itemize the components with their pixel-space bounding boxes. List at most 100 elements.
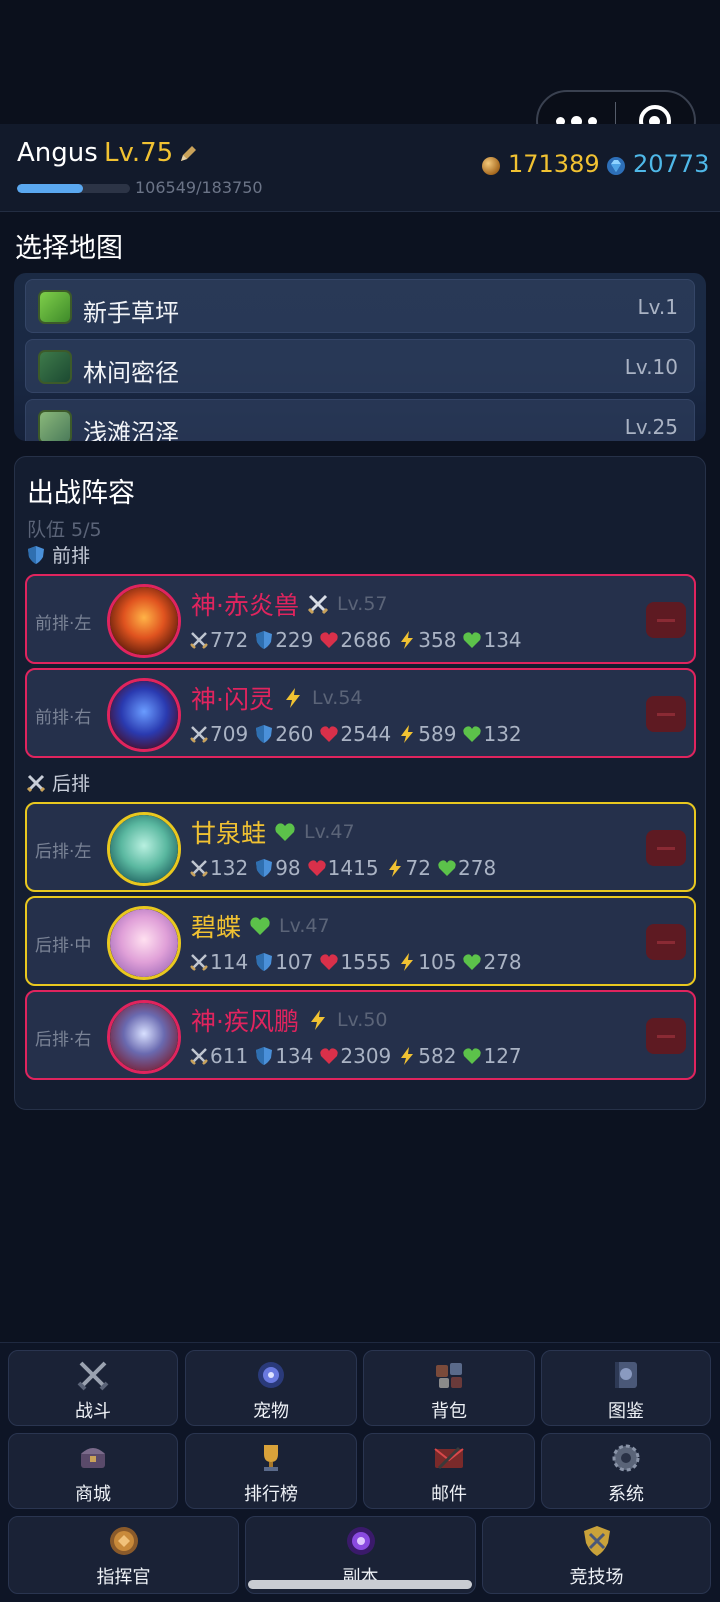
minus-icon — [657, 1034, 675, 1038]
pet-avatar[interactable] — [107, 584, 181, 658]
player-level: Lv.75 — [104, 138, 174, 168]
pet-avatar[interactable] — [107, 812, 181, 886]
map-item[interactable]: 浅滩沼泽 Lv.25 — [25, 399, 695, 441]
stat-spd: 105 — [397, 950, 456, 974]
nav-arena-button[interactable]: 竞技场 — [482, 1516, 711, 1594]
green-heart-icon — [249, 915, 271, 937]
nav-battle-button[interactable]: 战斗 — [8, 1350, 178, 1426]
remove-unit-button[interactable] — [646, 602, 686, 638]
unit-name-row: 甘泉蛙 Lv.47 — [191, 814, 355, 850]
map-name: 新手草坪 — [83, 299, 179, 327]
remove-unit-button[interactable] — [646, 830, 686, 866]
stat-value: 134 — [483, 628, 522, 652]
nav-shop-button[interactable]: 商城 — [8, 1433, 178, 1509]
nav-label: 竞技场 — [569, 1567, 624, 1588]
pet-avatar[interactable] — [107, 1000, 181, 1074]
stat-value: 611 — [210, 1044, 249, 1068]
swords-icon — [26, 774, 46, 792]
remove-unit-button[interactable] — [646, 1018, 686, 1054]
heal-icon — [437, 858, 458, 878]
stat-hp: 1415 — [307, 856, 379, 880]
stat-heal: 278 — [462, 950, 522, 974]
stat-value: 278 — [458, 856, 497, 880]
nav-ranking-button[interactable]: 排行榜 — [185, 1433, 357, 1509]
mail-icon — [434, 1446, 464, 1470]
lineup-unit-card[interactable]: 后排·中 碧蝶 Lv.47 114 107 1555 105 278 — [25, 896, 696, 986]
front-row-text: 前排 — [52, 545, 91, 567]
map-item[interactable]: 林间密径 Lv.10 — [25, 339, 695, 393]
stat-heal: 132 — [462, 722, 522, 746]
unit-name-row: 碧蝶 Lv.47 — [191, 908, 330, 944]
lineup-unit-card[interactable]: 后排·右 神·疾风鹏 Lv.50 611 134 2309 582 127 — [25, 990, 696, 1080]
stat-spd: 72 — [385, 856, 431, 880]
nav-label: 系统 — [608, 1484, 644, 1505]
lineup-unit-card[interactable]: 前排·右 神·闪灵 Lv.54 709 260 2544 589 132 — [25, 668, 696, 758]
remove-unit-button[interactable] — [646, 924, 686, 960]
grassland-map-icon — [38, 290, 72, 324]
lightning-icon — [307, 1009, 329, 1031]
unit-stats: 611 134 2309 582 127 — [189, 1044, 528, 1068]
front-row-label: 前排 — [26, 541, 90, 568]
player-header: Angus Lv.75 106549/183750 171389 20773 — [0, 124, 720, 212]
nav-system-button[interactable]: 系统 — [541, 1433, 711, 1509]
nav-mail-button[interactable]: 邮件 — [363, 1433, 535, 1509]
nav-label: 宠物 — [253, 1401, 289, 1422]
map-section-title: 选择地图 — [15, 233, 123, 264]
speed-icon — [397, 1046, 418, 1066]
attack-icon — [189, 630, 210, 650]
xp-text: 106549/183750 — [135, 178, 263, 197]
nav-commander-button[interactable]: 指挥官 — [8, 1516, 239, 1594]
edit-name-icon[interactable] — [178, 144, 198, 164]
stat-value: 2686 — [340, 628, 392, 652]
nav-pets-button[interactable]: 宠物 — [185, 1350, 357, 1426]
minus-icon — [657, 618, 675, 622]
nav-label: 图鉴 — [608, 1401, 644, 1422]
coin-balance: 171389 — [508, 150, 600, 178]
stat-def: 98 — [254, 856, 301, 880]
unit-position: 前排·右 — [35, 708, 92, 728]
unit-stats: 709 260 2544 589 132 — [189, 722, 528, 746]
unit-stats: 132 98 1415 72 278 — [189, 856, 502, 880]
stat-heal: 134 — [462, 628, 522, 652]
stat-atk: 114 — [189, 950, 248, 974]
nav-label: 指挥官 — [96, 1567, 151, 1588]
pet-avatar[interactable] — [107, 906, 181, 980]
remove-unit-button[interactable] — [646, 696, 686, 732]
portal-icon — [346, 1527, 375, 1555]
unit-level: Lv.50 — [336, 1009, 388, 1031]
minus-icon — [657, 940, 675, 944]
nav-codex-button[interactable]: 图鉴 — [541, 1350, 711, 1426]
stat-def: 260 — [254, 722, 313, 746]
stat-atk: 772 — [189, 628, 248, 652]
player-name: Angus — [17, 138, 98, 168]
stat-hp: 1555 — [319, 950, 391, 974]
shield-icon — [28, 545, 44, 564]
gem-balance: 20773 — [633, 150, 710, 178]
attack-icon — [189, 952, 210, 972]
unit-name-row: 神·疾风鹏 Lv.50 — [191, 1002, 388, 1038]
health-icon — [319, 1046, 340, 1066]
defense-icon — [254, 1046, 275, 1066]
stat-value: 134 — [275, 1044, 314, 1068]
team-count: 队伍 5/5 — [27, 519, 102, 541]
health-icon — [307, 858, 328, 878]
map-name: 林间密径 — [83, 359, 179, 387]
speed-icon — [397, 952, 418, 972]
unit-name: 甘泉蛙 — [191, 819, 267, 848]
codex-book-icon — [615, 1362, 637, 1388]
stat-value: 127 — [483, 1044, 522, 1068]
unit-name: 碧蝶 — [191, 913, 242, 942]
battle-lineup-panel: 出战阵容 队伍 5/5 前排 后排 前排·左 神·赤炎兽 Lv.57 772 229 26… — [14, 456, 706, 1110]
home-indicator — [248, 1580, 472, 1589]
lineup-unit-card[interactable]: 前排·左 神·赤炎兽 Lv.57 772 229 2686 358 134 — [25, 574, 696, 664]
lineup-unit-card[interactable]: 后排·左 甘泉蛙 Lv.47 132 98 1415 72 278 — [25, 802, 696, 892]
unit-position: 前排·左 — [35, 614, 92, 634]
nav-label: 排行榜 — [244, 1484, 298, 1505]
unit-level: Lv.54 — [311, 687, 363, 709]
map-list[interactable]: 新手草坪 Lv.1 林间密径 Lv.10 浅滩沼泽 Lv.25 — [14, 273, 706, 441]
stat-atk: 709 — [189, 722, 248, 746]
pet-avatar[interactable] — [107, 678, 181, 752]
map-item[interactable]: 新手草坪 Lv.1 — [25, 279, 695, 333]
nav-backpack-button[interactable]: 背包 — [363, 1350, 535, 1426]
heal-icon — [462, 952, 483, 972]
